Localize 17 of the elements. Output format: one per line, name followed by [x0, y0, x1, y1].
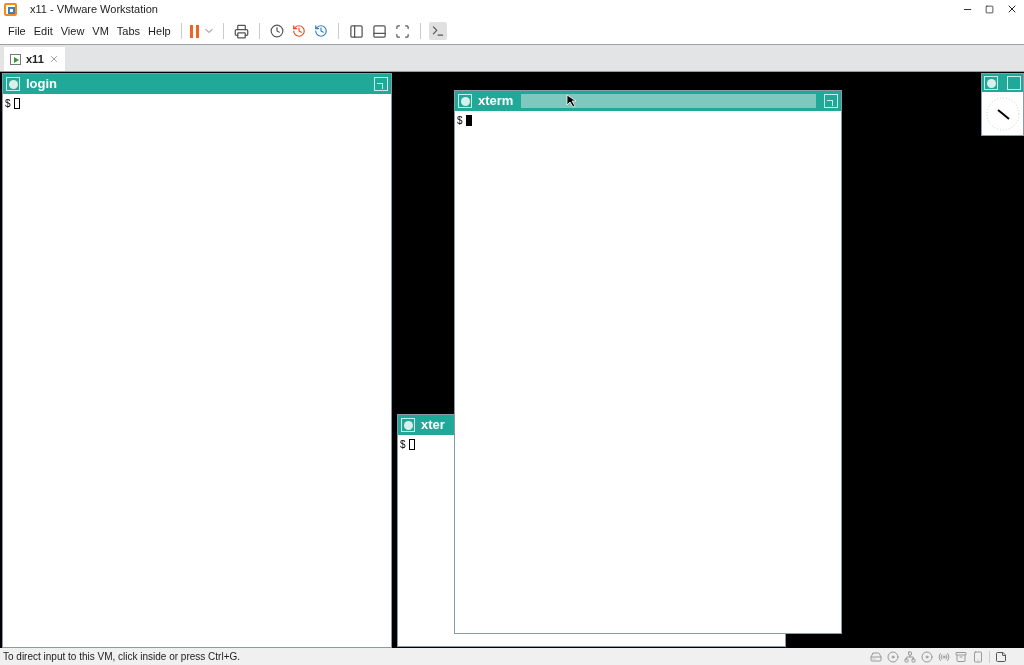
vm-tab[interactable]: x11	[4, 47, 65, 71]
shell-prompt: $	[5, 97, 11, 111]
window-title: x11 - VMware Workstation	[30, 1, 158, 17]
shell-prompt: $	[400, 438, 406, 452]
window-title: xter	[421, 416, 445, 435]
window-title: login	[26, 75, 58, 94]
menu-item[interactable]: VM	[90, 22, 111, 40]
menu-item[interactable]: Tabs	[114, 22, 143, 40]
window-title: xterm	[478, 92, 514, 111]
menu-item[interactable]: View	[58, 22, 87, 40]
menu-item[interactable]: Help	[146, 22, 173, 40]
vm-display[interactable]: login $ xter $ xterm $	[0, 72, 1024, 648]
shell-prompt: $	[457, 114, 463, 128]
tab-label: x11	[26, 51, 44, 67]
menu-item[interactable]: File	[6, 22, 28, 40]
status-message: To direct input to this VM, click inside or press Ctrl+G.	[3, 650, 241, 664]
menu-item[interactable]: Edit	[31, 22, 55, 40]
